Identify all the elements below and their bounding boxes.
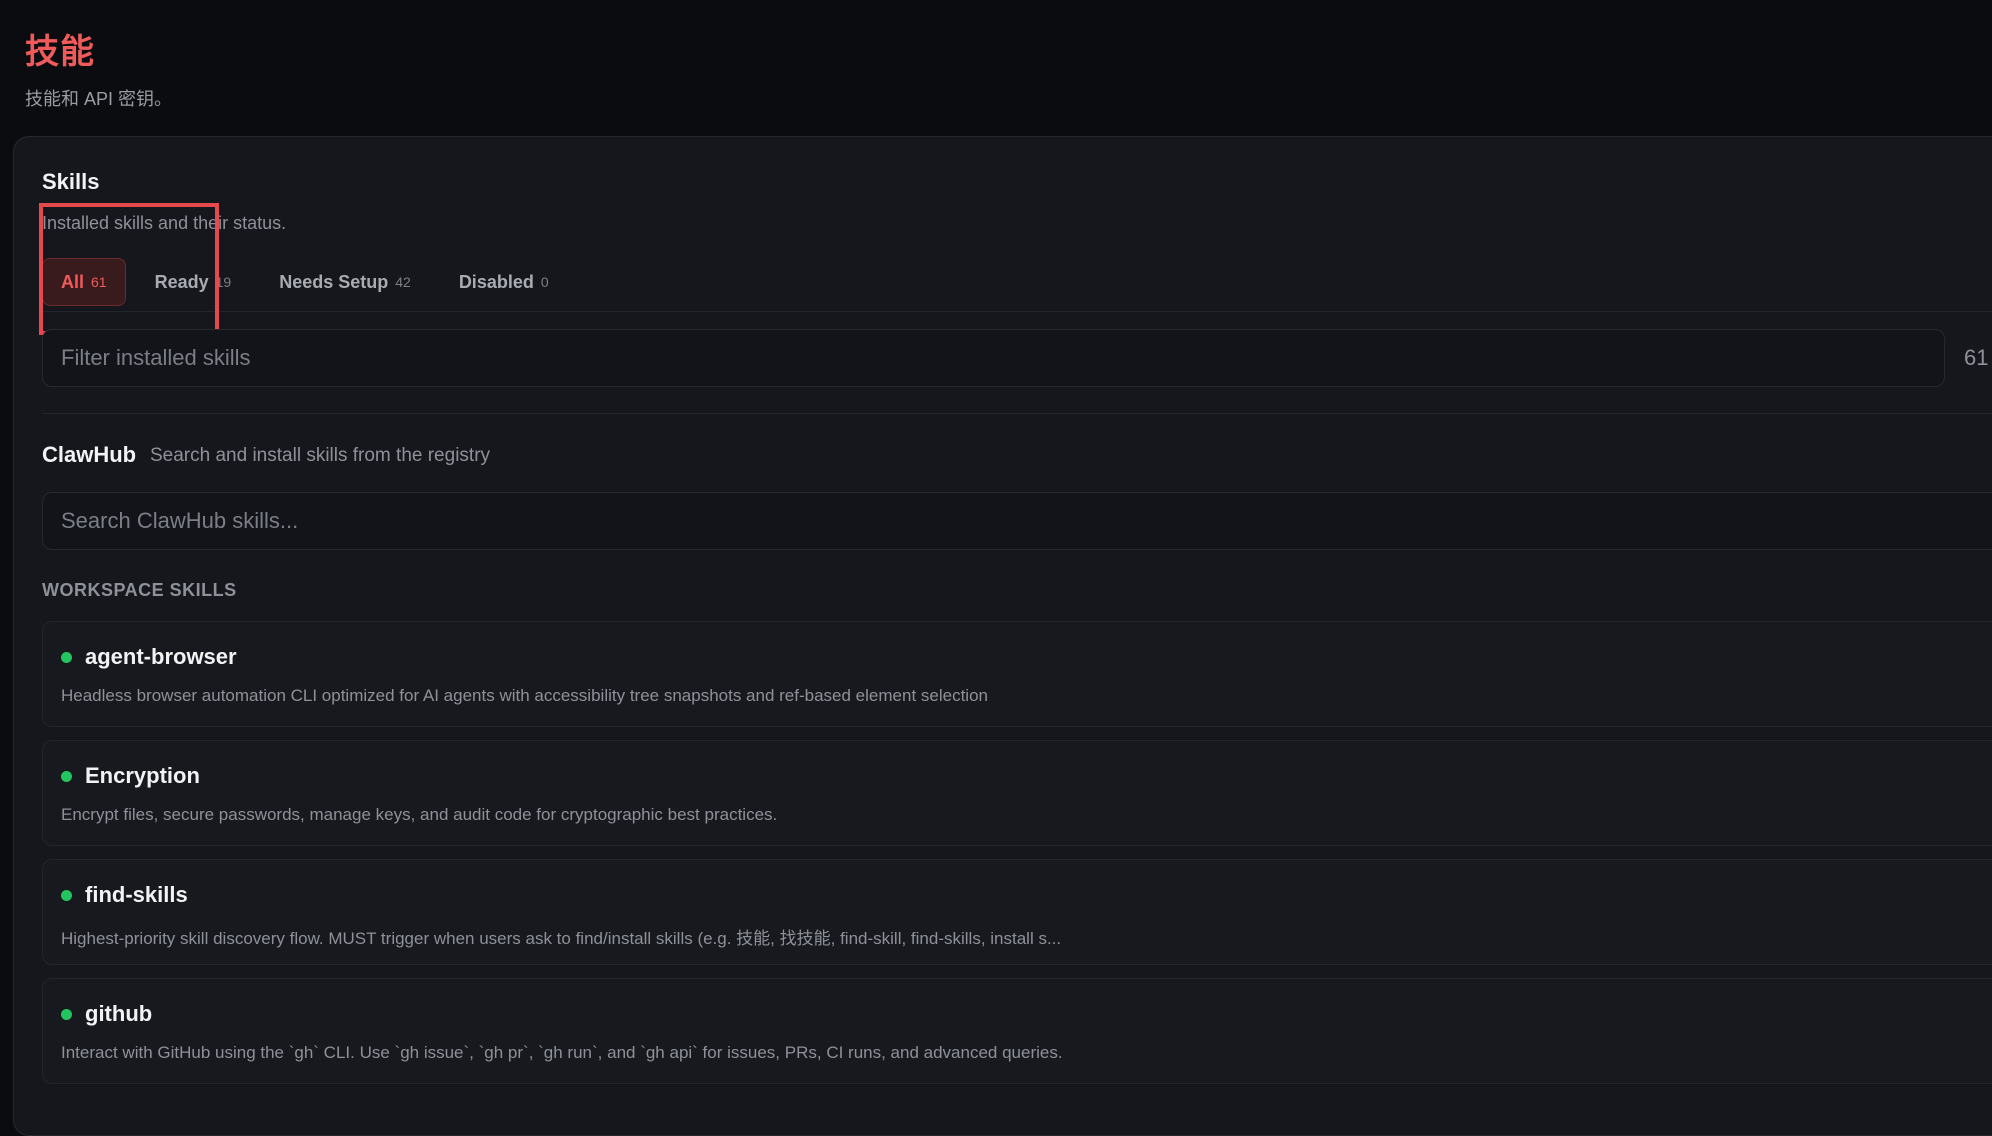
skill-card-find-skills[interactable]: find-skills Highest-priority skill disco… [42, 859, 1992, 965]
skills-panel: Skills Installed skills and their status… [13, 136, 1992, 1136]
skill-list: agent-browser Headless browser automatio… [42, 621, 1992, 1097]
clawhub-description: Search and install skills from the regis… [150, 445, 491, 466]
tab-disabled[interactable]: Disabled 0 [440, 258, 568, 306]
skill-name: Encryption [85, 763, 200, 788]
tab-ready-label: Ready [154, 271, 209, 292]
tabs-divider [42, 311, 1992, 312]
status-dot-icon [61, 890, 72, 901]
filter-skills-input[interactable] [42, 329, 1945, 387]
tab-ready[interactable]: Ready 19 [136, 258, 251, 306]
filter-result-count: 61 [1964, 345, 1989, 370]
page-subtitle: 技能和 API 密钥。 [25, 89, 173, 109]
tab-ready-count: 19 [215, 274, 232, 290]
status-dot-icon [61, 1009, 72, 1020]
tab-all[interactable]: All 61 [42, 258, 126, 306]
skill-name: github [85, 1001, 153, 1026]
skill-card-agent-browser[interactable]: agent-browser Headless browser automatio… [42, 621, 1992, 727]
skill-name: agent-browser [85, 644, 237, 669]
skill-description: Interact with GitHub using the `gh` CLI.… [61, 1043, 1063, 1062]
skill-name: find-skills [85, 882, 188, 907]
skill-description: Headless browser automation CLI optimize… [61, 686, 988, 705]
tab-needs-setup-label: Needs Setup [279, 271, 389, 292]
tab-disabled-count: 0 [540, 274, 549, 290]
tab-all-label: All [61, 271, 85, 292]
skills-section-title: Skills [42, 169, 100, 194]
skill-card-github[interactable]: github Interact with GitHub using the `g… [42, 978, 1992, 1084]
page-title: 技能 [25, 33, 95, 71]
tab-needs-setup-count: 42 [395, 274, 411, 290]
clawhub-search-input[interactable] [42, 492, 1992, 550]
status-dot-icon [61, 652, 72, 663]
skill-description: Highest-priority skill discovery flow. M… [61, 929, 1062, 948]
skills-section-description: Installed skills and their status. [42, 213, 287, 233]
tab-needs-setup[interactable]: Needs Setup 42 [260, 258, 430, 306]
clawhub-title: ClawHub [42, 442, 137, 467]
status-tabs: All 61 Ready 19 Needs Setup 42 Disabled … [42, 258, 578, 306]
status-dot-icon [61, 771, 72, 782]
skill-description: Encrypt files, secure passwords, manage … [61, 805, 778, 824]
page-header: 技能 技能和 API 密钥。 [25, 24, 172, 111]
skill-card-encryption[interactable]: Encryption Encrypt files, secure passwor… [42, 740, 1992, 846]
workspace-skills-label: WORKSPACE SKILLS [42, 580, 237, 600]
tab-disabled-label: Disabled [458, 271, 534, 292]
tab-all-count: 61 [91, 274, 107, 290]
filter-divider [42, 413, 1992, 414]
